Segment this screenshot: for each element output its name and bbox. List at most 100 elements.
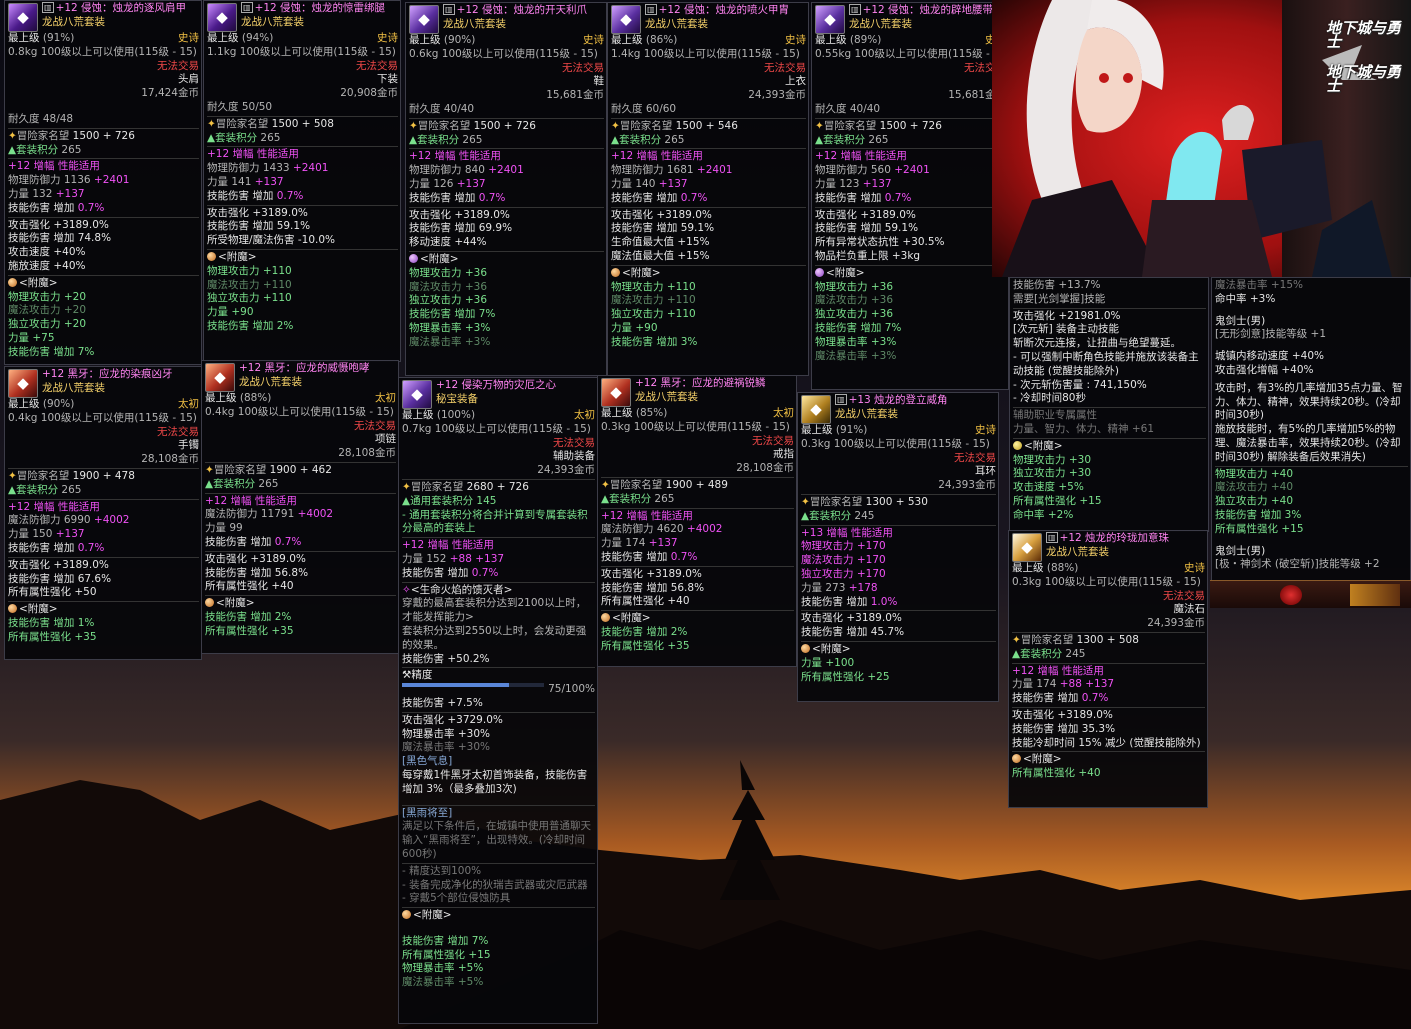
amp-dmg-value: 0.7% [77,201,105,214]
enc-dmg-value: 7% [884,321,902,334]
str-label: 力量 [8,528,29,541]
item-slot: 手镯 [178,439,199,452]
rarity: 史诗 [377,32,398,44]
condition-1: - 精度达到100% [402,862,595,879]
enc-line-2: 独立攻击力 +30 [1013,467,1091,480]
enchant-icon [207,251,216,261]
def-label: 物理防御力 [207,162,260,175]
def-value: 6990 [63,514,91,527]
enchant-icon [205,598,214,608]
enc-elem-value: +15 [468,948,491,961]
black-rain-title: [黑雨将至] [402,804,595,821]
item-tooltip-bracelet: ◆ +12 黑牙：应龙的染痕凶牙 龙战八荒套装 最上级 (90%) 太初 0.4k… [4,366,202,660]
str-value: 150 [32,528,53,541]
enc-dmg-value: 2% [274,610,292,623]
str-value: 123 [839,177,860,190]
rarity: 史诗 [975,424,996,436]
lock-icon: ▥ [241,2,253,13]
item-set: 龙战八荒套装 [42,381,105,394]
enchant-icon [801,643,810,653]
def-value: 4620 [656,523,684,536]
rarity: 史诗 [785,34,806,46]
enc-pcrit-label: 物理暴击率 [815,335,868,348]
enc-elem-label: 所有属性强化 [601,639,664,652]
set-score-icon: ▲ [611,133,620,146]
set-score-label: 套装积分 [213,477,256,490]
def-bonus: +4002 [93,514,130,527]
weight: 0.8kg [8,45,38,58]
item-tooltip-support: ◆ +12 侵染万物的灾厄之心 秘宝装备 最上级 (100%) 太初 0.7kg … [398,377,598,1024]
renown-icon: ✦ [801,495,810,508]
item-tooltip-ring: ◆ +12 黑牙：应龙的避祸锐鳞 龙战八荒套装 最上级 (85%) 太初 0.3k… [597,375,797,667]
renown-icon: ✦ [207,117,216,130]
rarity: 太初 [773,407,794,419]
enc-iatk-label: 独立攻击力 [611,308,664,321]
item-set: 秘宝装备 [436,392,478,405]
def-label: 物理防御力 [815,164,868,177]
level-req: 100级以上可以使用(115级 - 15) [1044,575,1201,588]
enchant-title: <附魔> [812,642,851,655]
str-value: 140 [635,177,656,190]
enc-matk-value: +36 [870,294,894,307]
renown-value: 1500 + 726 [879,119,942,132]
atk-amp-label: 攻击强化 [207,206,249,219]
item-name: +12 黑牙：应龙的避祸锐鳞 [635,377,766,389]
trade-status: 无法交易 [354,419,396,432]
matk-label: 魔法攻击力 [801,554,854,567]
enc-pcrit-label: 物理暴击率 [402,962,455,975]
enchant-icon [8,277,17,287]
durability-value: 40/40 [849,102,881,115]
skill-line-0: 技能伤害 +13.7% [1013,279,1101,291]
item-set: 龙战八荒套装 [835,407,898,420]
amp-dmg-value: 0.7% [680,191,708,204]
enc-patk-value: +36 [464,266,488,279]
trade-status: 无法交易 [356,59,398,72]
str-label: 力量 [205,522,226,535]
enc-dmg-label: 技能伤害 增加 [409,308,476,321]
enchant-icon [1012,754,1021,764]
enchant-title: <附魔> [1023,753,1062,766]
level-req: 100级以上可以使用(115级 - 15) [40,45,197,58]
atk-speed-label: 攻击速度 [8,246,50,259]
set-score-icon: ▲ [8,483,17,496]
patk-label: 物理攻击力 [801,540,854,553]
item-tooltip-earring: ◆ ▥ +13 烛龙的登立威角 龙战八荒套装 最上级 (91%) 史诗 0.3kg … [797,392,999,702]
rarity: 史诗 [1184,562,1205,574]
enc-dmg-value: 2% [276,319,294,332]
enc-elem-label: 所有属性强化 [205,624,268,637]
set-score-label: 套装积分 [1020,647,1063,660]
item-name: +12 烛龙的玲珑加意珠 [1059,532,1170,544]
str-label: 力量 [611,177,632,190]
set-score-label: 套装积分 [215,131,258,144]
amp-title: +12 增幅 性能适用 [1012,662,1205,679]
support-equipment-icon: ◆ [402,380,432,409]
item-set: 龙战八荒套装 [635,390,698,403]
lock-icon: ▥ [1046,532,1058,543]
elem-value: +50 [74,586,97,599]
fire-desc: 穿戴的最高套装积分达到2100以上时，才能发挥能力> [402,597,587,624]
set-score-label: 套装积分 [609,492,652,505]
enc-dmg-label: 技能伤害 增加 [815,321,882,334]
str-bonus: +137 [648,537,678,550]
atk-amp-value: +3189.0% [454,208,510,221]
grade-label: 最上级 [1012,562,1044,574]
set-score-value: 265 [61,483,82,496]
right-line-3: [无形剑意]技能等级 +1 [1215,328,1327,341]
level-req: 100级以上可以使用(115级 - 15) [633,420,790,433]
skill-dmg-value: 74.8% [77,232,112,245]
lock-icon: ▥ [835,394,847,405]
elem-label: 所有属性强化 [601,595,664,608]
trade-status: 无法交易 [157,425,199,438]
enchant-icon [611,267,620,277]
grade-label: 最上级 [402,409,434,421]
enc-pcrit-value: +5% [457,962,484,975]
level-req: 100级以上可以使用(115级 - 15) [643,47,800,60]
enc-matk-value: +36 [464,280,488,293]
lock-icon: ▥ [849,4,861,15]
str-bonus: +137 [254,175,284,188]
atk-amp-value: +3189.0% [1057,708,1113,721]
item-set: 龙战八荒套装 [849,17,912,30]
enchant-title: <附魔> [612,612,651,625]
def-bonus: +4002 [686,523,723,536]
item-price: 17,424金币 [141,87,199,100]
